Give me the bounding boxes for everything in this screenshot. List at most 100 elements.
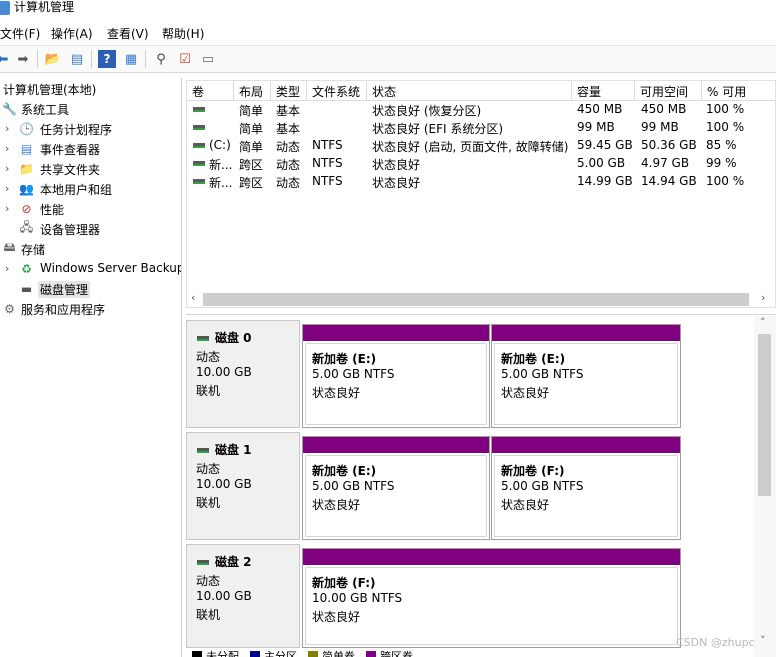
cell-percent-free: 100 % xyxy=(706,174,745,188)
cell-status: 状态良好 (启动, 页面文件, 故障转储) xyxy=(372,140,569,154)
cell-filesystem: NTFS xyxy=(312,138,343,152)
column-header-capacity[interactable]: 容量 xyxy=(572,81,635,101)
menu-file[interactable]: 文件(F) xyxy=(0,25,40,42)
scroll-down-icon[interactable]: ˅ xyxy=(760,634,766,647)
toolbar: ⬅ ➡ 📂 ▤ ? ▦ ⚲ ☑ ▭ xyxy=(0,45,776,73)
tree-item-disk-management[interactable]: ▬ 磁盘管理 xyxy=(0,279,181,299)
disk-1-label[interactable]: 磁盘 1 动态 10.00 GB 联机 xyxy=(186,432,300,540)
legend-swatch-primary xyxy=(250,651,260,657)
horizontal-scrollbar[interactable]: ‹ › xyxy=(187,289,775,307)
tree-item-label: 磁盘管理 xyxy=(38,281,91,298)
chevron-right-icon[interactable]: › xyxy=(5,142,15,155)
cell-layout: 跨区 xyxy=(239,176,264,190)
column-header-layout[interactable]: 布局 xyxy=(234,81,271,101)
tree-item-shared-folders[interactable]: › 📁 共享文件夹 xyxy=(0,159,181,179)
chevron-right-icon[interactable]: › xyxy=(5,162,15,175)
computer-management-icon xyxy=(0,1,10,15)
cell-volume: 新... xyxy=(209,176,233,190)
legend-swatch-unallocated xyxy=(192,651,202,657)
volume-icon xyxy=(193,107,205,112)
cell-free-space: 450 MB xyxy=(641,102,687,116)
table-row[interactable]: (C:) 简单 动态 NTFS 状态良好 (启动, 页面文件, 故障转储) 59… xyxy=(187,137,775,155)
disk-name: 磁盘 1 xyxy=(197,441,252,458)
tree-item-label: Windows Server Backup xyxy=(40,261,182,275)
legend-swatch-simple xyxy=(308,651,318,657)
tree-item-event-viewer[interactable]: › ▤ 事件查看器 xyxy=(0,139,181,159)
scroll-left-icon[interactable]: ‹ xyxy=(191,291,195,304)
cell-type: 动态 xyxy=(276,158,301,172)
scroll-right-icon[interactable]: › xyxy=(761,291,765,304)
clock-icon: 🕒 xyxy=(19,121,34,136)
chevron-right-icon[interactable]: › xyxy=(5,202,15,215)
volume-partition[interactable]: 新加卷 (E:) 5.00 GB NTFS 状态良好 xyxy=(302,436,490,540)
vertical-scrollbar[interactable]: ˄ ˅ xyxy=(754,316,776,657)
menu-view[interactable]: 查看(V) xyxy=(107,25,149,42)
column-header-free-space[interactable]: 可用空间 xyxy=(635,81,702,101)
tree-item-root[interactable]: 计算机管理(本地) xyxy=(0,79,181,99)
volume-partition[interactable]: 新加卷 (E:) 5.00 GB NTFS 状态良好 xyxy=(302,324,490,428)
volume-partition[interactable]: 新加卷 (F:) 10.00 GB NTFS 状态良好 xyxy=(302,548,681,648)
forward-icon[interactable]: ➡ xyxy=(14,50,32,68)
column-header-status[interactable]: 状态 xyxy=(367,81,572,101)
tree-item-local-users[interactable]: › 👥 本地用户和组 xyxy=(0,179,181,199)
cell-free-space: 99 MB xyxy=(641,120,679,134)
tree-item-services-apps[interactable]: ⚙ 服务和应用程序 xyxy=(0,299,181,319)
tree-item-device-manager[interactable]: 🖧 设备管理器 xyxy=(0,219,181,239)
column-header-percent-free[interactable]: % 可用 xyxy=(702,81,775,101)
cell-capacity: 14.99 GB xyxy=(577,174,633,188)
device-manager-icon: 🖧 xyxy=(19,220,34,234)
spanned-volume-bar xyxy=(492,437,680,453)
scrollbar-thumb[interactable] xyxy=(758,334,771,496)
disk-2-label[interactable]: 磁盘 2 动态 10.00 GB 联机 xyxy=(186,544,300,648)
tree-item-label: 本地用户和组 xyxy=(40,183,113,197)
menu-action[interactable]: 操作(A) xyxy=(51,25,93,42)
tree-item-label: 任务计划程序 xyxy=(40,123,113,137)
backup-icon: ♻ xyxy=(21,261,32,276)
table-row[interactable]: 新... 跨区 动态 NTFS 状态良好 14.99 GB 14.94 GB 1… xyxy=(187,173,775,191)
tree-item-task-scheduler[interactable]: › 🕒 任务计划程序 xyxy=(0,119,181,139)
performance-icon: ⊘ xyxy=(21,201,32,216)
properties-icon[interactable]: ▦ xyxy=(122,50,140,68)
chevron-right-icon[interactable]: › xyxy=(5,262,15,275)
table-row[interactable]: 新... 跨区 动态 NTFS 状态良好 5.00 GB 4.97 GB 99 … xyxy=(187,155,775,173)
menu-help[interactable]: 帮助(H) xyxy=(162,25,204,42)
cell-layout: 简单 xyxy=(239,104,264,118)
connect-icon[interactable]: ⚲ xyxy=(152,50,170,68)
tree-item-label: 计算机管理(本地) xyxy=(3,83,97,97)
disk-type: 动态 xyxy=(196,574,221,588)
volume-status: 状态良好 xyxy=(312,386,361,400)
volume-partition[interactable]: 新加卷 (F:) 5.00 GB NTFS 状态良好 xyxy=(491,436,681,540)
column-header-type[interactable]: 类型 xyxy=(271,81,307,101)
volume-icon xyxy=(193,125,205,130)
volume-body: 新加卷 (E:) 5.00 GB NTFS 状态良好 xyxy=(305,455,487,537)
scroll-up-icon[interactable]: ˄ xyxy=(760,316,766,329)
chevron-right-icon[interactable]: › xyxy=(5,182,15,195)
volume-partition[interactable]: 新加卷 (E:) 5.00 GB NTFS 状态良好 xyxy=(491,324,681,428)
checklist-icon[interactable]: ☑ xyxy=(176,50,194,68)
table-row[interactable]: 简单 基本 状态良好 (恢复分区) 450 MB 450 MB 100 % xyxy=(187,101,775,119)
volume-name: 新加卷 (E:) xyxy=(312,352,377,366)
tree-item-system-tools[interactable]: 🔧 系统工具 xyxy=(0,99,181,119)
cell-type: 动态 xyxy=(276,140,301,154)
disk-0-label[interactable]: 磁盘 0 动态 10.00 GB 联机 xyxy=(186,320,300,428)
volume-size: 5.00 GB NTFS xyxy=(501,479,584,493)
tree-item-storage[interactable]: 🖴 存储 xyxy=(0,239,181,259)
settings-panel-icon[interactable]: ▭ xyxy=(199,50,217,68)
disk-type: 动态 xyxy=(196,462,221,476)
table-row[interactable]: 简单 基本 状态良好 (EFI 系统分区) 99 MB 99 MB 100 % xyxy=(187,119,775,137)
volume-body: 新加卷 (F:) 10.00 GB NTFS 状态良好 xyxy=(305,567,678,645)
tree-item-performance[interactable]: › ⊘ 性能 xyxy=(0,199,181,219)
volume-status: 状态良好 xyxy=(312,498,361,512)
cell-percent-free: 85 % xyxy=(706,138,737,152)
column-header-filesystem[interactable]: 文件系统 xyxy=(307,81,367,101)
column-header-volume[interactable]: 卷 xyxy=(187,81,234,101)
tree-item-windows-backup[interactable]: › ♻ Windows Server Backup xyxy=(0,259,182,279)
show-hide-tree-icon[interactable]: ▤ xyxy=(68,50,86,68)
chevron-right-icon[interactable]: › xyxy=(5,122,15,135)
toolbar-separator xyxy=(145,50,146,68)
help-icon[interactable]: ? xyxy=(98,50,116,68)
scrollbar-thumb[interactable] xyxy=(203,293,749,306)
legend: 未分配 主分区 简单卷 跨区卷 xyxy=(186,649,746,657)
up-folder-icon[interactable]: 📂 xyxy=(44,50,62,68)
back-icon[interactable]: ⬅ xyxy=(0,50,12,68)
